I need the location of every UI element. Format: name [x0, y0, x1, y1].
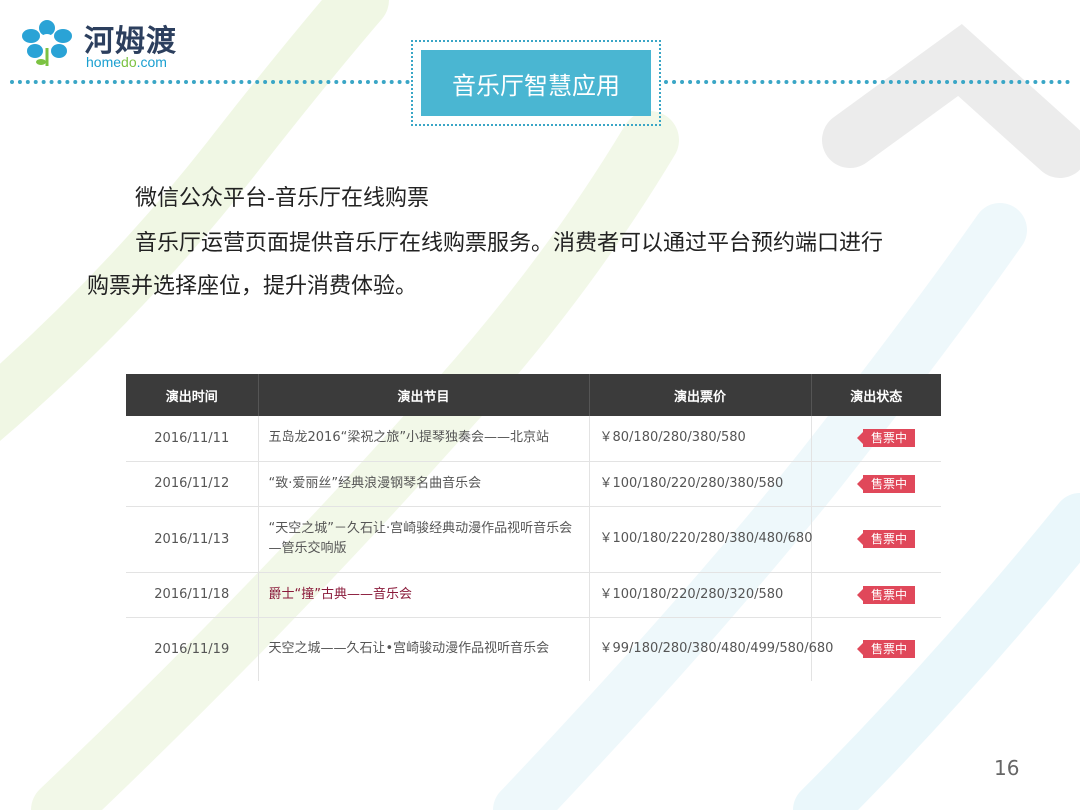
- on-sale-badge[interactable]: 售票中: [856, 585, 915, 604]
- on-sale-badge[interactable]: 售票中: [856, 474, 915, 493]
- cell-program: “天空之城”－久石让·宫崎骏经典动漫作品视听音乐会—管乐交响版: [258, 506, 590, 573]
- table-row[interactable]: 2016/11/19 天空之城——久石让•宫崎骏动漫作品视听音乐会 ￥99/18…: [126, 617, 941, 681]
- page-title: 音乐厅智慧应用: [421, 50, 651, 116]
- cell-status: 售票中: [811, 572, 941, 618]
- table-row[interactable]: 2016/11/13 “天空之城”－久石让·宫崎骏经典动漫作品视听音乐会—管乐交…: [126, 506, 941, 573]
- cell-date: 2016/11/12: [126, 461, 259, 507]
- cell-status: 售票中: [811, 416, 941, 462]
- on-sale-badge[interactable]: 售票中: [856, 530, 915, 548]
- page-number: 16: [994, 756, 1020, 780]
- cell-status: 售票中: [811, 506, 941, 573]
- cell-program: 天空之城——久石让•宫崎骏动漫作品视听音乐会: [258, 617, 590, 681]
- cell-price: ￥99/180/280/380/480/499/580/680: [589, 617, 833, 681]
- cell-price: ￥100/180/220/280/380/580: [589, 461, 812, 507]
- cell-price: ￥100/180/220/280/320/580: [589, 572, 812, 618]
- subtitle-text: 微信公众平台-音乐厅在线购票: [135, 186, 429, 211]
- header-time: 演出时间: [126, 374, 259, 416]
- cell-date: 2016/11/11: [126, 416, 259, 462]
- description-line-2: 购票并选择座位，提升消费体验。: [87, 274, 418, 299]
- logo-domain-text: homedo.com: [86, 54, 167, 70]
- header-program: 演出节目: [258, 374, 590, 416]
- on-sale-badge[interactable]: 售票中: [856, 640, 915, 659]
- header-dotted-line-right: [664, 80, 1070, 84]
- description-line-1: 音乐厅运营页面提供音乐厅在线购票服务。消费者可以通过平台预约端口进行: [135, 231, 884, 256]
- flower-logo-icon: [22, 20, 72, 66]
- cell-status: 售票中: [811, 461, 941, 507]
- table-row[interactable]: 2016/11/12 “致·爱丽丝”经典浪漫钢琴名曲音乐会 ￥100/180/2…: [126, 461, 941, 507]
- table-row[interactable]: 2016/11/11 五岛龙2016“梁祝之旅”小提琴独奏会——北京站 ￥80/…: [126, 416, 941, 462]
- cell-price: ￥80/180/280/380/580: [589, 416, 812, 462]
- cell-program: 五岛龙2016“梁祝之旅”小提琴独奏会——北京站: [258, 416, 590, 462]
- cell-date: 2016/11/18: [126, 572, 259, 618]
- brand-logo[interactable]: 河姆渡 homedo.com: [16, 16, 206, 70]
- header-status: 演出状态: [811, 374, 941, 416]
- cell-date: 2016/11/19: [126, 617, 259, 681]
- table-header-row: 演出时间 演出节目 演出票价 演出状态: [126, 374, 941, 416]
- header-dotted-line-left: [10, 80, 410, 84]
- header-price: 演出票价: [589, 374, 812, 416]
- table-row[interactable]: 2016/11/18 爵士“撞”古典——音乐会 ￥100/180/220/280…: [126, 572, 941, 618]
- cell-price: ￥100/180/220/280/380/480/680: [589, 506, 812, 573]
- cell-program: “致·爱丽丝”经典浪漫钢琴名曲音乐会: [258, 461, 590, 507]
- ticket-table: 演出时间 演出节目 演出票价 演出状态 2016/11/11 五岛龙2016“梁…: [126, 374, 941, 681]
- cell-program: 爵士“撞”古典——音乐会: [258, 572, 590, 618]
- cell-date: 2016/11/13: [126, 506, 259, 573]
- title-frame: 音乐厅智慧应用: [411, 40, 661, 126]
- on-sale-badge[interactable]: 售票中: [856, 429, 915, 448]
